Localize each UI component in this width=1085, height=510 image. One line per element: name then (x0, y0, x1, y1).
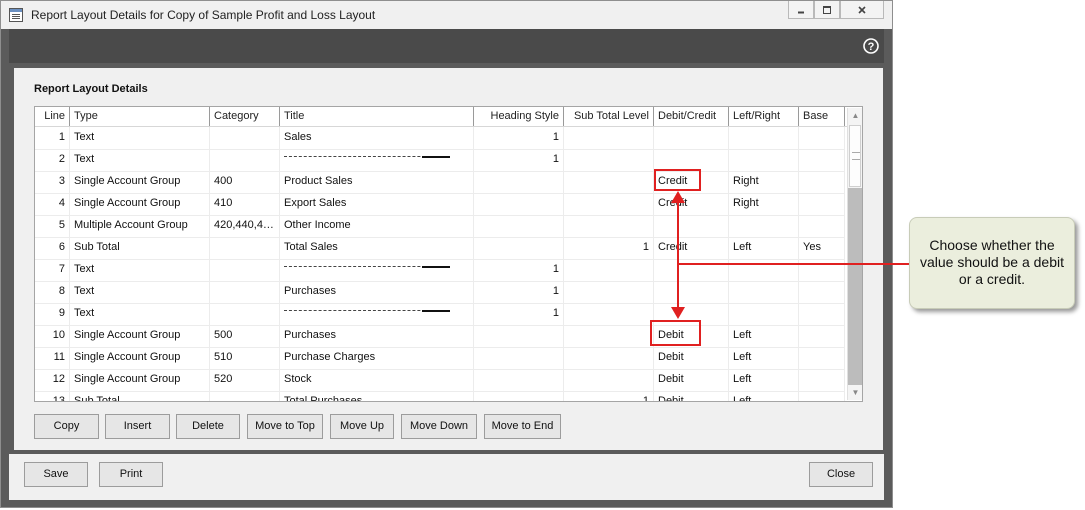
callout-tooltip: Choose whether the value should be a deb… (909, 217, 1075, 309)
arrow-up-icon (671, 191, 685, 203)
arrow-down-icon (671, 307, 685, 319)
